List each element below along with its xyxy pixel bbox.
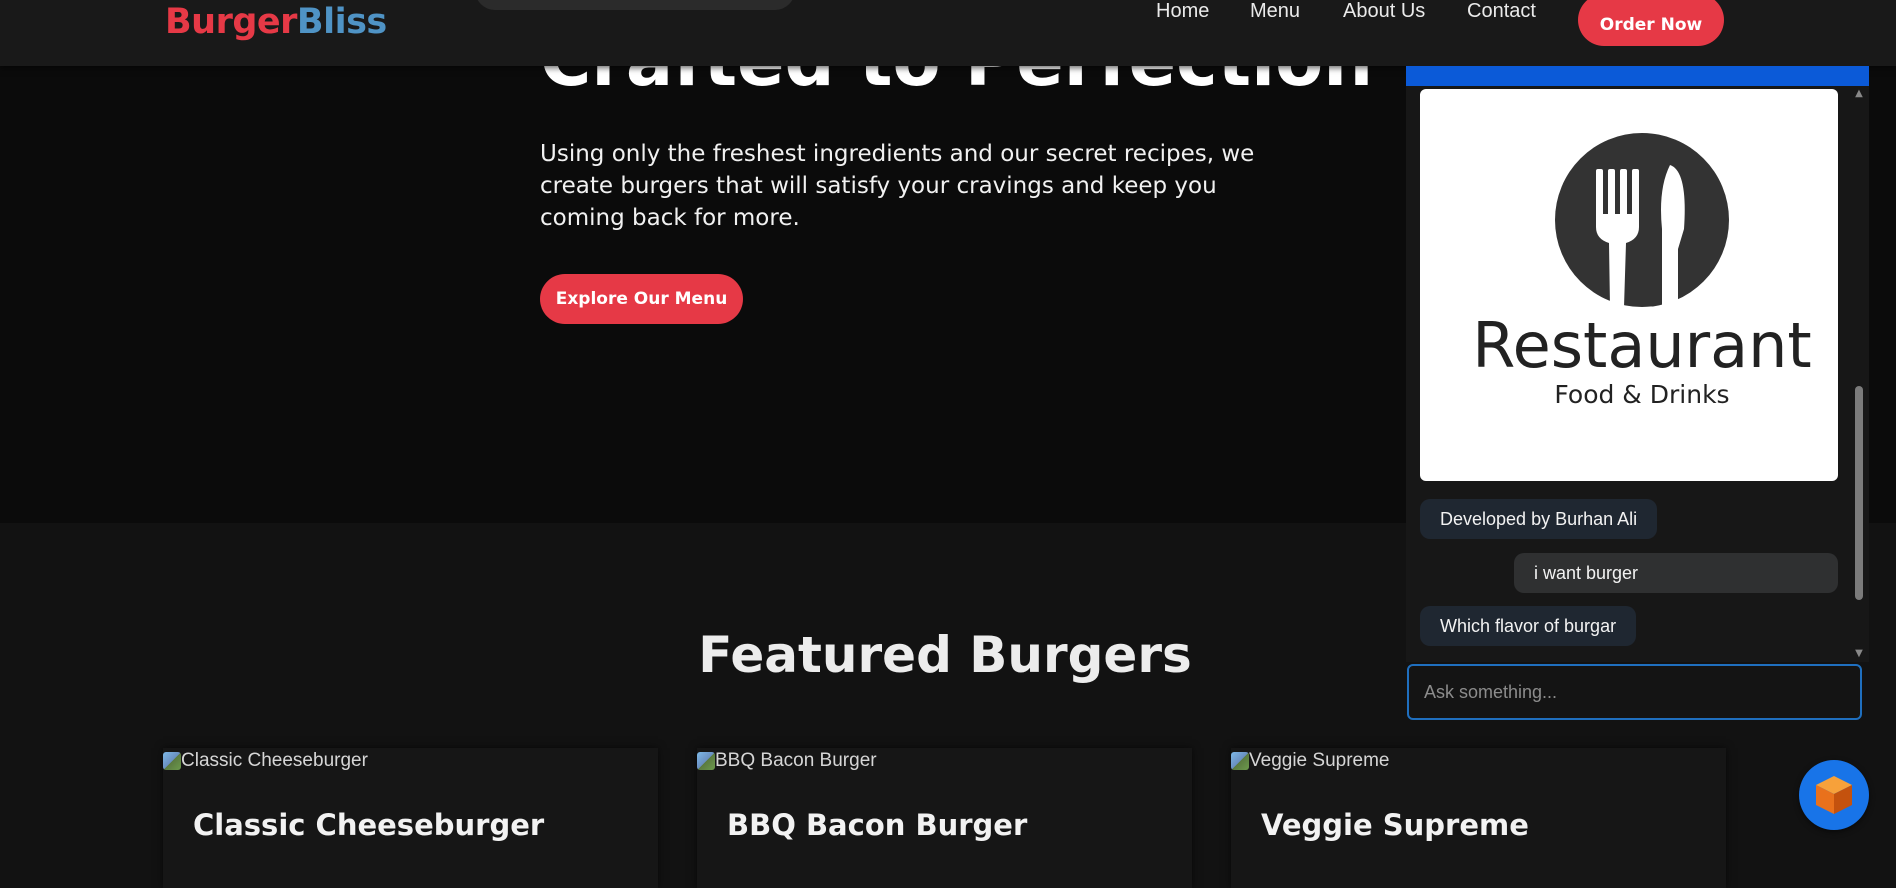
nav-link-about-us[interactable]: About Us xyxy=(1343,0,1425,23)
burger-card-veggie[interactable]: Veggie Supreme Veggie Supreme xyxy=(1231,748,1726,888)
logo-part-burger: Burger xyxy=(165,2,297,42)
chat-message-user: i want burger xyxy=(1514,553,1838,593)
burger-card-title: Classic Cheeseburger xyxy=(193,808,545,842)
burger-card-title: Veggie Supreme xyxy=(1261,808,1529,842)
chat-message-bot: Which flavor of burgar xyxy=(1420,606,1637,646)
chat-messages[interactable]: Restaurant Food & Drinks Developed by Bu… xyxy=(1406,86,1869,662)
chatbot-window: Restaurant Food & Drinks Developed by Bu… xyxy=(1406,66,1869,724)
scroll-down-arrow-icon[interactable]: ▼ xyxy=(1855,649,1863,659)
nav-link-menu[interactable]: Menu xyxy=(1250,0,1300,23)
hero-title: Crafted to Perfection xyxy=(540,66,1373,102)
broken-image-icon xyxy=(163,752,181,770)
burger-card-classic[interactable]: Classic Cheeseburger Classic Cheeseburge… xyxy=(163,748,658,888)
fork-knife-icon: Restaurant Food & Drinks xyxy=(1472,133,1812,409)
burger-card-bbq[interactable]: BBQ Bacon Burger BBQ Bacon Burger xyxy=(697,748,1192,888)
order-now-button[interactable]: Order Now xyxy=(1578,0,1724,46)
burger-card-title: BBQ Bacon Burger xyxy=(727,808,1028,842)
logo-subtitle-text: Food & Drinks xyxy=(1554,380,1729,409)
broken-image-icon xyxy=(1231,752,1249,770)
image-alt-text: Veggie Supreme xyxy=(1249,750,1390,771)
top-navbar: BurgerBliss Home Menu About Us Contact O… xyxy=(0,0,1896,66)
image-alt-text: BBQ Bacon Burger xyxy=(715,750,877,771)
chat-input[interactable] xyxy=(1407,664,1862,720)
chat-scrollbar[interactable]: ▲ ▼ xyxy=(1852,86,1866,662)
chat-message-bot: Developed by Burhan Ali xyxy=(1420,499,1658,539)
explore-menu-button[interactable]: Explore Our Menu xyxy=(540,274,743,324)
logo-part-bliss: Bliss xyxy=(296,2,387,42)
image-alt-text: Classic Cheeseburger xyxy=(181,750,368,771)
burger-image: Veggie Supreme xyxy=(1231,750,1390,772)
burger-image: BBQ Bacon Burger xyxy=(697,750,877,772)
nav-link-home[interactable]: Home xyxy=(1156,0,1209,23)
cube-icon xyxy=(1816,776,1852,814)
chatbot-toggle-button[interactable] xyxy=(1799,760,1869,830)
logo-title-text: Restaurant xyxy=(1472,309,1811,382)
scroll-up-arrow-icon[interactable]: ▲ xyxy=(1855,89,1863,99)
hero-description: Using only the freshest ingredients and … xyxy=(540,141,1255,231)
restaurant-logo-image: Restaurant Food & Drinks xyxy=(1420,89,1838,481)
nav-link-contact[interactable]: Contact xyxy=(1467,0,1536,23)
site-logo[interactable]: BurgerBliss xyxy=(165,2,387,42)
chat-header xyxy=(1406,66,1869,86)
scroll-thumb[interactable] xyxy=(1855,386,1863,600)
burger-image: Classic Cheeseburger xyxy=(163,750,368,772)
broken-image-icon xyxy=(697,752,715,770)
nav-decoration xyxy=(475,0,795,10)
